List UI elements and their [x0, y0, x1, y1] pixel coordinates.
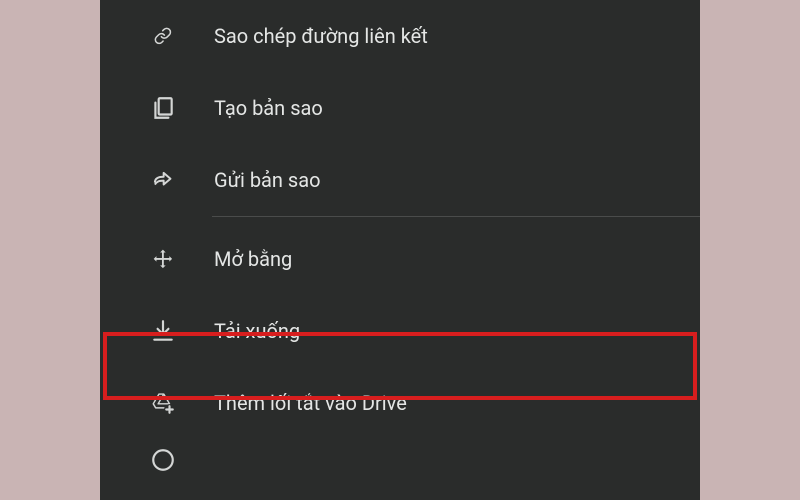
info-icon — [150, 447, 176, 473]
menu-label: Tạo bản sao — [214, 96, 323, 120]
menu-label: Gửi bản sao — [214, 168, 321, 192]
move-arrows-icon — [150, 246, 176, 272]
menu-item-make-copy[interactable]: Tạo bản sao — [100, 72, 700, 144]
menu-divider — [212, 216, 700, 217]
menu-item-cutoff — [100, 439, 700, 475]
forward-icon — [150, 167, 176, 193]
menu-item-send-copy[interactable]: Gửi bản sao — [100, 144, 700, 216]
copy-icon — [150, 95, 176, 121]
drive-add-icon — [150, 390, 176, 416]
menu-item-copy-link[interactable]: Sao chép đường liên kết — [100, 0, 700, 72]
menu-label: Thêm lối tắt vào Drive — [214, 391, 407, 415]
menu-item-download[interactable]: Tải xuống — [100, 295, 700, 367]
menu-label: Mở bằng — [214, 247, 292, 271]
menu-item-open-with[interactable]: Mở bằng — [100, 223, 700, 295]
menu-label: Tải xuống — [214, 319, 300, 343]
download-icon — [150, 318, 176, 344]
menu-item-add-shortcut[interactable]: Thêm lối tắt vào Drive — [100, 367, 700, 439]
link-icon — [150, 23, 176, 49]
menu-label: Sao chép đường liên kết — [214, 24, 428, 48]
context-menu-panel: Sao chép đường liên kết Tạo bản sao Gửi … — [100, 0, 700, 500]
